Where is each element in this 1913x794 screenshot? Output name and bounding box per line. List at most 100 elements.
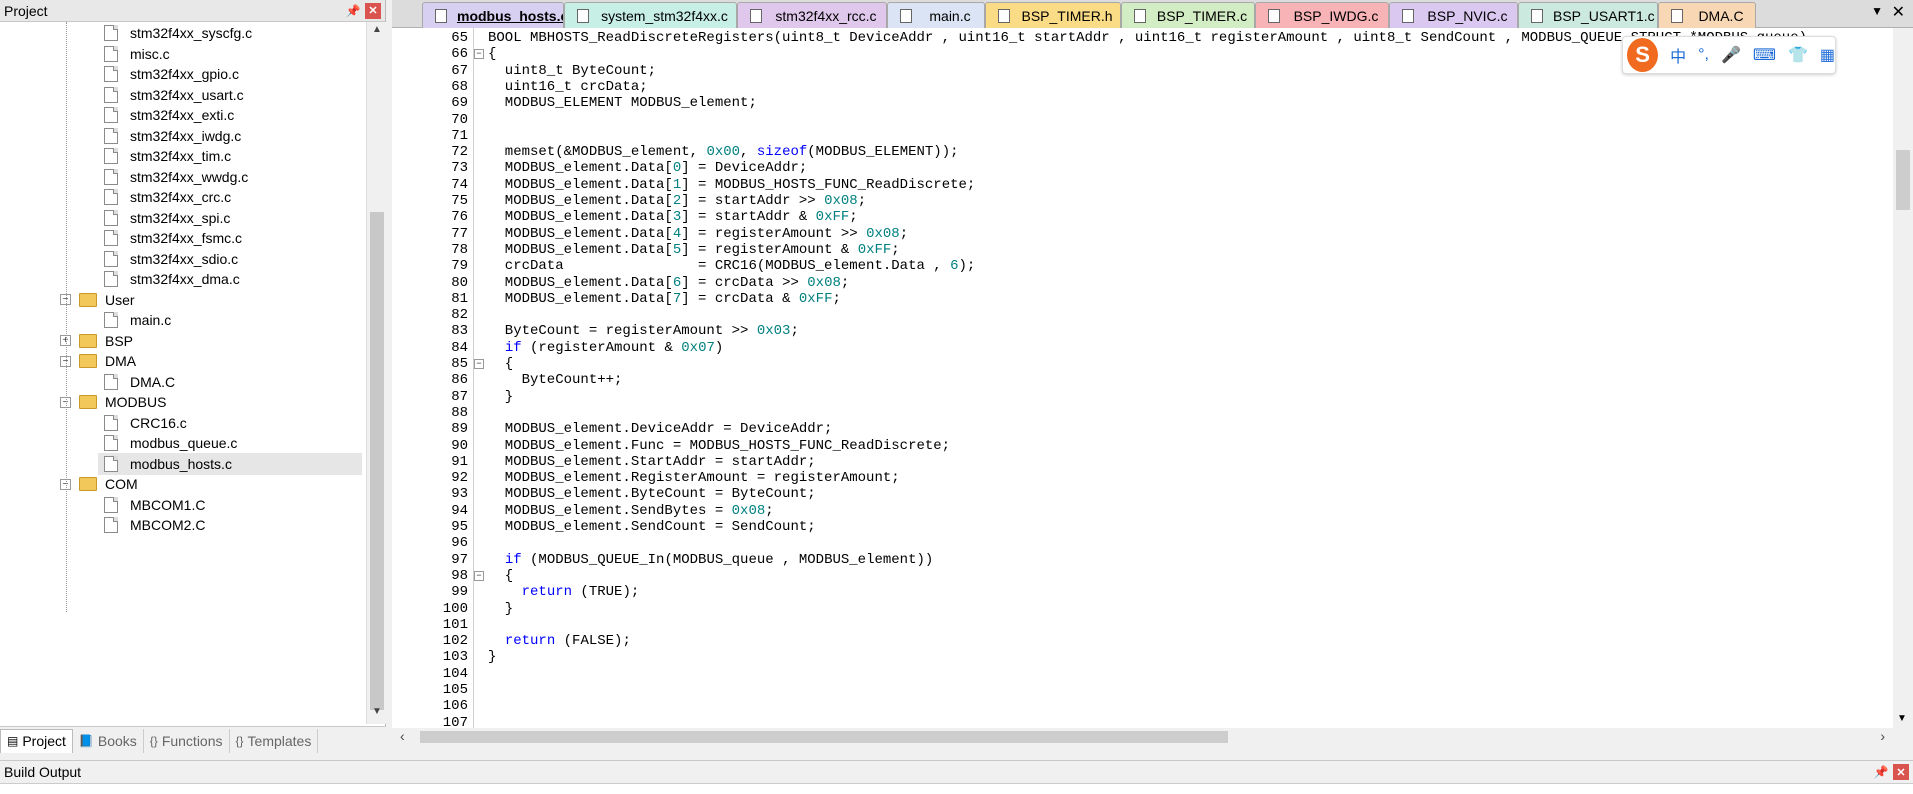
line-number: 72 [451,144,468,161]
panel-tab-books[interactable]: 📘 Books [73,728,144,753]
tree-file[interactable]: modbus_queue.c [104,432,237,454]
tree-file[interactable]: stm32f4xx_fsmc.c [104,227,242,249]
sogou-logo-icon[interactable]: S [1627,38,1659,72]
tree-item-label: stm32f4xx_gpio.c [130,66,239,82]
panel-tab-functions[interactable]: {} Functions [144,728,230,753]
editor-horizontal-scrollbar[interactable]: ‹ › [392,728,1893,746]
tree-folder[interactable]: − DMA [60,350,136,372]
tree-file[interactable]: stm32f4xx_gpio.c [104,63,239,85]
code-text: MODBUS_element.SendBytes = 0x08; [488,502,774,519]
editor-tab[interactable]: BSP_TIMER.h [985,2,1121,28]
panel-tab-templates[interactable]: {} Templates [230,728,319,753]
build-output-title: Build Output [4,764,82,780]
tree-file[interactable]: modbus_hosts.c [98,452,362,475]
tree-folder[interactable]: − COM [60,473,138,495]
code-text: MODBUS_element.Data[3] = startAddr & 0xF… [488,209,858,226]
fold-toggle-icon[interactable]: − [474,359,484,369]
panel-tab-label: Templates [247,732,312,749]
tree-file[interactable]: MBCOM1.C [104,494,205,516]
scroll-left-icon[interactable]: ‹ [400,728,405,744]
line-number: 102 [442,633,468,650]
tree-file[interactable]: MBCOM2.C [104,514,205,536]
tree-scroll-thumb[interactable] [370,212,384,710]
tree-item-label: CRC16.c [130,414,187,431]
editor-tab[interactable]: BSP_TIMER.c [1121,2,1255,28]
tree-file[interactable]: stm32f4xx_sdio.c [104,248,238,270]
file-icon [104,25,118,41]
editor-vertical-scrollbar[interactable]: ▼ [1893,28,1913,728]
tab-list-dropdown-icon[interactable]: ▼ [1871,4,1883,18]
editor-tab[interactable]: stm32f4xx_rcc.c [737,2,887,28]
tree-file[interactable]: stm32f4xx_crc.c [104,186,231,208]
code-editor[interactable]: 65 BOOL MBHOSTS_ReadDiscreteRegisters(uin… [392,28,1913,731]
tree-item-label: stm32f4xx_iwdg.c [130,127,242,144]
tree-folder[interactable]: − User [60,289,135,311]
code-text: MODBUS_element.Data[4] = registerAmount … [488,225,909,242]
editor-tab-label: stm32f4xx_rcc.c [775,7,877,24]
pin-icon[interactable]: 📌 [1873,764,1889,780]
file-icon [435,8,447,23]
tree-scrollbar[interactable]: ▲ ▼ [366,22,386,724]
microphone-icon[interactable]: 🎤 [1721,45,1741,65]
tree-folder[interactable]: − MODBUS [60,391,166,413]
file-icon [1531,8,1543,23]
editor-hscroll-thumb[interactable] [420,731,1228,743]
editor-tab[interactable]: system_stm32f4xx.c [564,2,737,28]
tree-file[interactable]: stm32f4xx_syscfg.c [104,22,252,44]
build-output-body[interactable] [0,783,1913,794]
folder-icon [79,395,97,409]
skin-icon[interactable]: 👕 [1788,45,1808,65]
scroll-up-icon[interactable]: ▲ [370,24,384,40]
tree-file[interactable]: stm32f4xx_tim.c [104,145,231,167]
tree-item-label: modbus_hosts.c [130,455,232,472]
tree-file[interactable]: stm32f4xx_wwdg.c [104,166,248,188]
panel-tab-project[interactable]: ▤ Project [0,728,73,753]
close-icon[interactable]: ✕ [1893,764,1909,780]
tree-file[interactable]: misc.c [104,43,170,65]
tree-file[interactable]: stm32f4xx_exti.c [104,104,234,126]
project-icon: ▤ [7,734,19,748]
pin-icon[interactable]: 📌 [345,3,361,19]
editor-tab[interactable]: DMA.C [1658,2,1756,28]
code-text: MODBUS_element.SendCount = SendCount; [488,519,816,535]
scroll-down-icon[interactable]: ▼ [1897,713,1907,724]
file-icon [104,373,118,390]
fold-toggle-icon[interactable]: − [474,49,484,60]
fold-toggle-icon[interactable]: − [474,570,484,581]
editor-tab[interactable]: BSP_USART1.c [1518,2,1658,28]
tree-file[interactable]: CRC16.c [104,412,187,434]
close-tab-icon[interactable]: ✕ [1892,2,1905,22]
tree-file[interactable]: stm32f4xx_spi.c [104,207,230,229]
tree-file[interactable]: DMA.C [104,371,175,393]
tree-item-label: User [105,291,135,308]
code-text: memset(&MODBUS_element, 0x00, sizeof(MOD… [488,144,959,161]
tree-file[interactable]: stm32f4xx_iwdg.c [104,125,241,147]
editor-tab[interactable]: modbus_hosts.c [422,2,564,28]
templates-icon: {} [235,733,244,748]
tree-file[interactable]: stm32f4xx_dma.c [104,268,240,290]
tree-folder[interactable]: + BSP [60,330,133,352]
line-number: 68 [451,78,468,95]
editor-tab[interactable]: main.c [887,2,985,28]
code-text: crcData = CRC16(MODBUS_element.Data , 6)… [488,258,976,275]
tree-file[interactable]: stm32f4xx_usart.c [104,84,244,106]
tree-file[interactable]: main.c [104,309,171,331]
close-icon[interactable]: ✕ [365,2,381,19]
punctuation-icon[interactable]: °, [1698,46,1709,64]
keyboard-icon[interactable]: ⌨ [1753,45,1776,65]
editor-tab[interactable]: BSP_NVIC.c [1389,2,1518,28]
code-text: return (FALSE); [504,633,631,650]
tree-item-label: MBCOM2.C [130,517,206,533]
tree-item-label: misc.c [130,45,170,62]
editor-tab[interactable]: BSP_IWDG.c [1255,2,1389,28]
scroll-right-icon[interactable]: › [1880,728,1885,744]
scroll-down-icon[interactable]: ▼ [370,706,384,722]
line-number: 103 [442,649,468,666]
editor-tab-label: BSP_IWDG.c [1293,7,1379,24]
apps-grid-icon[interactable]: ▦ [1820,45,1835,65]
editor-scroll-thumb[interactable] [1896,150,1910,210]
editor-tab-label: BSP_TIMER.h [1021,7,1113,24]
chinese-mode-icon[interactable]: 中 [1670,43,1686,67]
line-number: 65 [451,30,468,46]
file-icon [1134,8,1146,23]
